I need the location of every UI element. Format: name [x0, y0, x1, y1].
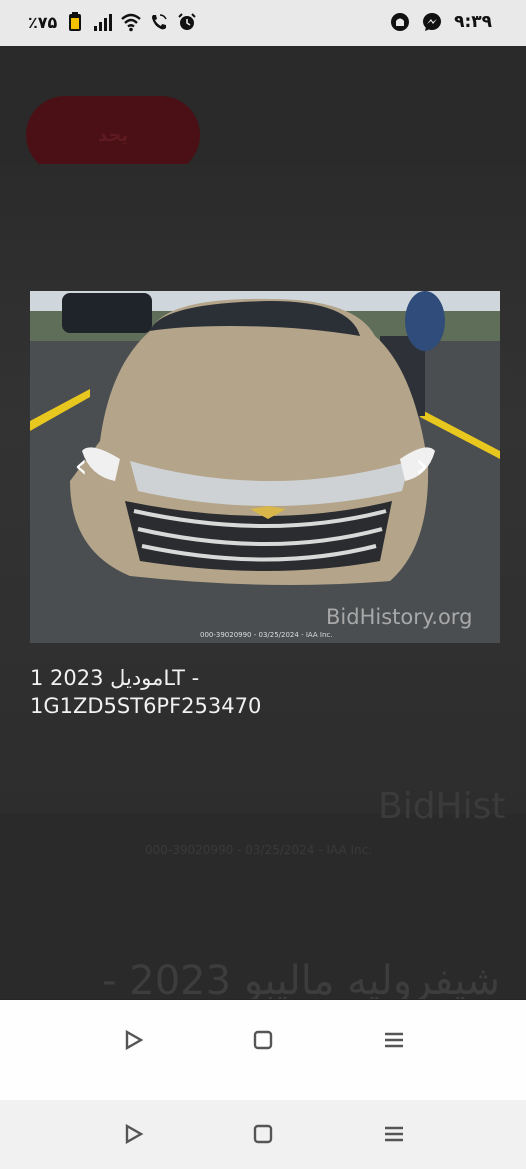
- status-bar-left: ٪۷۵: [28, 12, 197, 32]
- background-button: يحد: [26, 96, 200, 174]
- alarm-icon: [178, 13, 197, 30]
- car-photo[interactable]: BidHistory.org 000-39020990 - 03/25/2024…: [30, 291, 500, 643]
- back-button-secondary[interactable]: [115, 1116, 151, 1152]
- battery-icon: [69, 12, 82, 31]
- navigation-bar-secondary: [0, 1100, 526, 1169]
- back-triangle-icon: [125, 1123, 144, 1145]
- status-bar: ٪۷۵ ۹:۳۹: [0, 0, 526, 46]
- vin-number: 1G1ZD5ST6PF253470: [30, 694, 262, 718]
- photo-title: 1 2023 موديلLT - 1G1ZD5ST6PF253470: [30, 664, 330, 720]
- back-triangle-icon: [125, 1029, 144, 1051]
- previous-photo-button[interactable]: ‹: [68, 446, 94, 486]
- recent-apps-button-secondary[interactable]: [376, 1116, 412, 1152]
- photo-watermark: BidHistory.org: [326, 605, 473, 629]
- battery-percent: ٪۷۵: [28, 12, 58, 32]
- background-title: شيفروليه ماليبو 2023 - رقم الهيكل (VIN):: [102, 958, 500, 999]
- home-button-secondary[interactable]: [245, 1116, 281, 1152]
- menu-lines-icon: [385, 1032, 403, 1048]
- next-photo-button[interactable]: ›: [409, 446, 435, 486]
- clock: ۹:۳۹: [454, 12, 492, 32]
- recent-apps-button[interactable]: [376, 1022, 412, 1058]
- photo-caption: 000-39020990 - 03/25/2024 - IAA Inc.: [200, 631, 333, 639]
- messenger-icon: [423, 13, 442, 31]
- wifi-call-icon: [152, 14, 168, 30]
- status-bar-right: ۹:۳۹: [390, 12, 492, 32]
- background-caption: 000-39020990 - 03/25/2024 - IAA Inc.: [145, 843, 373, 857]
- navigation-bar-primary: [0, 1000, 526, 1100]
- signal-icon: [94, 14, 113, 31]
- home-square-icon: [253, 1030, 273, 1050]
- menu-lines-icon: [385, 1126, 403, 1142]
- home-button[interactable]: [245, 1022, 281, 1058]
- background-watermark: BidHist: [378, 786, 506, 827]
- wifi-icon: [121, 13, 142, 32]
- home-square-icon: [253, 1124, 273, 1144]
- back-button[interactable]: [115, 1022, 151, 1058]
- app-notification-icon: [391, 13, 410, 31]
- photo-title-line1: 1 2023 موديلLT -: [30, 666, 200, 690]
